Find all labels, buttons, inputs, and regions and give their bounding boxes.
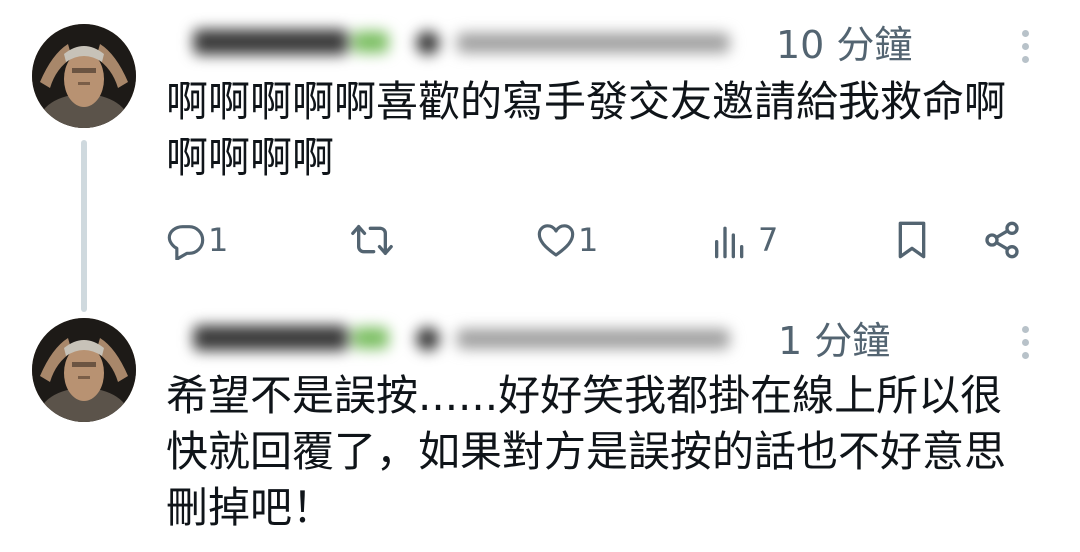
avatar[interactable] <box>32 318 136 422</box>
action-bar: 1 1 7 <box>166 212 1036 268</box>
thread-line <box>81 140 87 312</box>
like-button[interactable]: 1 <box>536 212 598 268</box>
timestamp[interactable]: 1 分鐘 <box>778 322 890 360</box>
views-button[interactable]: 7 <box>710 212 778 268</box>
reply-button[interactable]: 1 <box>166 212 228 268</box>
avatar-image <box>32 318 136 422</box>
retweet-icon <box>351 225 393 255</box>
share-button[interactable] <box>982 212 1022 268</box>
tweet-text: 啊啊啊啊啊喜歡的寫手發交友邀請給我救命啊 啊啊啊啊 <box>166 77 1007 182</box>
more-icon[interactable] <box>1022 30 1030 69</box>
retweet-button[interactable] <box>350 212 394 268</box>
bookmark-icon <box>898 221 926 259</box>
like-count: 1 <box>578 221 599 259</box>
bookmark-button[interactable] <box>894 212 930 268</box>
author-name-blurred <box>193 325 730 351</box>
reply-count: 1 <box>208 221 229 259</box>
reply-icon <box>167 225 205 260</box>
author-name-blurred <box>193 29 730 55</box>
tweet-text: 希望不是誤按......好好笑我都掛在線上所以很 快就回覆了，如果對方是誤按的話… <box>166 371 1007 532</box>
like-icon <box>537 224 575 257</box>
more-icon[interactable] <box>1022 326 1030 365</box>
views-count: 7 <box>758 221 779 259</box>
timestamp[interactable]: 10 分鐘 <box>776 26 912 64</box>
share-icon <box>985 221 1019 259</box>
avatar[interactable] <box>32 24 136 128</box>
avatar-image <box>32 24 136 128</box>
views-icon <box>715 226 744 259</box>
